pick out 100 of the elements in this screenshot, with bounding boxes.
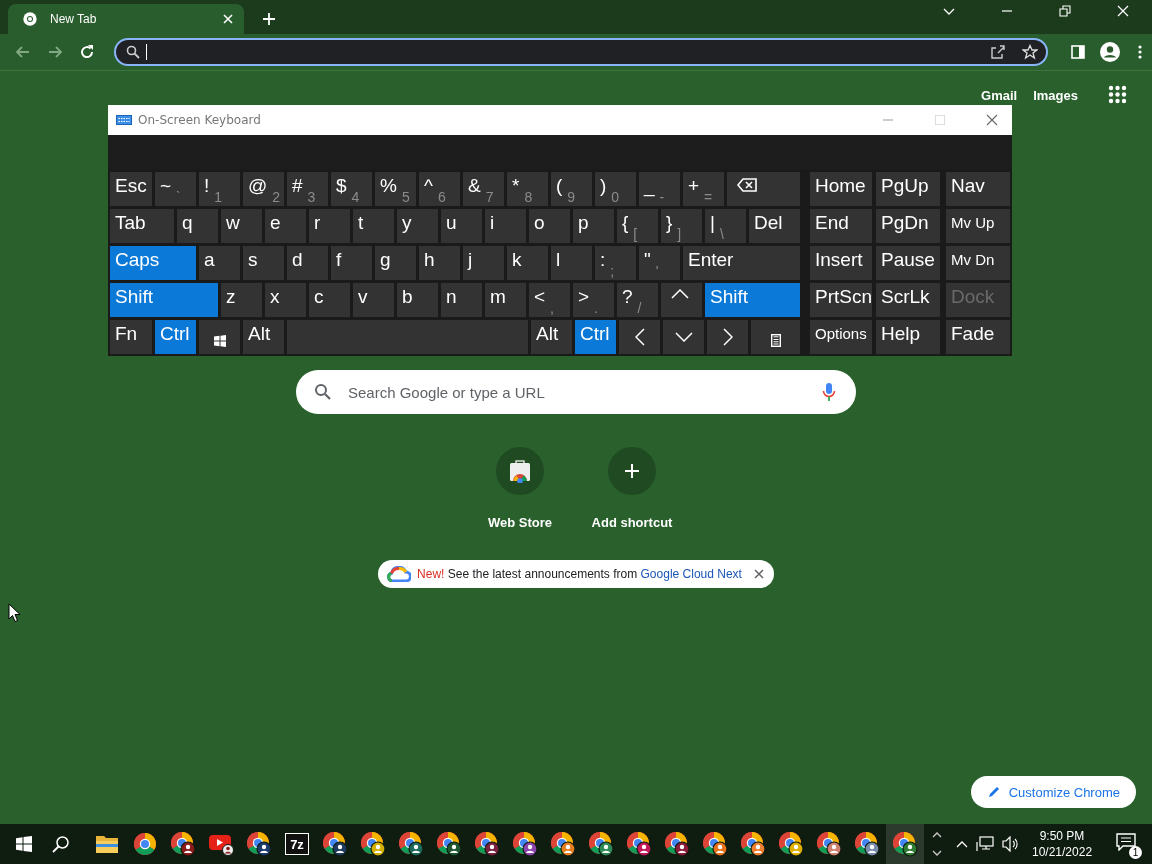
keyboard-key[interactable]: _ - bbox=[639, 172, 680, 206]
keyboard-key[interactable]: @ 2 bbox=[243, 172, 284, 206]
keyboard-key[interactable]: # 3 bbox=[287, 172, 328, 206]
keyboard-key[interactable]: + = bbox=[683, 172, 724, 206]
keyboard-key[interactable]: PrtScn bbox=[810, 283, 872, 317]
keyboard-key[interactable]: $ 4 bbox=[331, 172, 372, 206]
keyboard-key[interactable]: Fn bbox=[110, 320, 152, 354]
keyboard-key[interactable]: c bbox=[309, 283, 350, 317]
side-panel-icon[interactable] bbox=[1070, 44, 1086, 60]
close-icon[interactable] bbox=[753, 569, 764, 579]
keyboard-key[interactable]: j bbox=[463, 246, 504, 280]
keyboard-key[interactable]: { [ bbox=[617, 209, 658, 243]
keyboard-key[interactable]: p bbox=[573, 209, 614, 243]
keyboard-key[interactable]: } ] bbox=[661, 209, 702, 243]
keyboard-key[interactable]: % 5 bbox=[375, 172, 416, 206]
keyboard-key[interactable]: ScrLk bbox=[876, 283, 940, 317]
keyboard-key[interactable]: i bbox=[485, 209, 526, 243]
keyboard-key[interactable]: r bbox=[309, 209, 350, 243]
keyboard-key[interactable]: Insert bbox=[810, 246, 872, 280]
clock[interactable]: 9:50 PM 10/21/2022 bbox=[1032, 828, 1093, 860]
shortcut-tile[interactable]: Add shortcut bbox=[587, 447, 677, 530]
keyboard-key[interactable]: ( 9 bbox=[551, 172, 592, 206]
browser-tab[interactable]: New Tab bbox=[8, 4, 244, 34]
keyboard-key[interactable]: b bbox=[397, 283, 438, 317]
new-tab-icon[interactable] bbox=[262, 12, 276, 26]
volume-icon[interactable] bbox=[1002, 836, 1020, 852]
microphone-icon[interactable] bbox=[822, 382, 836, 402]
keyboard-key[interactable]: PgUp bbox=[876, 172, 940, 206]
keyboard-key[interactable]: " ' bbox=[639, 246, 680, 280]
keyboard-key[interactable]: | \ bbox=[705, 209, 746, 243]
promo-link[interactable]: Google Cloud Next bbox=[640, 567, 742, 581]
keyboard-key[interactable]: n bbox=[441, 283, 482, 317]
keyboard-key[interactable]: Ctrl bbox=[155, 320, 196, 354]
keyboard-key[interactable]: x bbox=[265, 283, 306, 317]
keyboard-key[interactable]: Ctrl bbox=[575, 320, 616, 354]
keyboard-key[interactable]: o bbox=[529, 209, 570, 243]
keyboard-key[interactable]: Mv Dn bbox=[946, 246, 1010, 280]
keyboard-key[interactable]: Mv Up bbox=[946, 209, 1010, 243]
keyboard-key[interactable]: f bbox=[331, 246, 372, 280]
network-icon[interactable] bbox=[976, 836, 994, 852]
keyboard-key[interactable]: w bbox=[221, 209, 262, 243]
search-field[interactable]: Search Google or type a URL bbox=[296, 370, 856, 414]
search-icon[interactable] bbox=[52, 835, 70, 853]
keyboard-key[interactable]: s bbox=[243, 246, 284, 280]
keyboard-key[interactable]: z bbox=[221, 283, 262, 317]
keyboard-key[interactable]: End bbox=[810, 209, 872, 243]
keyboard-key[interactable]: * 8 bbox=[507, 172, 548, 206]
keyboard-key[interactable] bbox=[751, 320, 800, 354]
taskbar-button[interactable]: 7z bbox=[278, 824, 316, 864]
share-icon[interactable] bbox=[990, 44, 1006, 60]
keyboard-key[interactable]: q bbox=[177, 209, 218, 243]
keyboard-key[interactable]: Caps bbox=[110, 246, 196, 280]
customize-button[interactable]: Customize Chrome bbox=[970, 776, 1136, 808]
windows-start-icon[interactable] bbox=[16, 836, 32, 852]
keyboard-key[interactable]: l bbox=[551, 246, 592, 280]
chevron-up-icon[interactable] bbox=[956, 840, 968, 848]
keyboard-key[interactable]: ) 0 bbox=[595, 172, 636, 206]
keyboard-key[interactable]: y bbox=[397, 209, 438, 243]
keyboard-key[interactable]: Alt bbox=[243, 320, 284, 354]
keyboard-key[interactable]: t bbox=[353, 209, 394, 243]
keyboard-key[interactable]: Del bbox=[749, 209, 800, 243]
profile-icon[interactable] bbox=[1100, 42, 1120, 62]
keyboard-key[interactable]: v bbox=[353, 283, 394, 317]
keyboard-key[interactable]: k bbox=[507, 246, 548, 280]
scroll-up-icon[interactable] bbox=[932, 831, 942, 838]
reload-icon[interactable] bbox=[78, 43, 96, 61]
keyboard-key[interactable]: Shift bbox=[110, 283, 218, 317]
keyboard-key[interactable]: Pause bbox=[876, 246, 940, 280]
keyboard-key[interactable]: Tab bbox=[110, 209, 174, 243]
taskbar-button[interactable] bbox=[886, 824, 924, 864]
header-link[interactable]: Gmail bbox=[981, 87, 1018, 103]
keyboard-key[interactable] bbox=[727, 172, 800, 206]
keyboard-key[interactable]: ! 1 bbox=[199, 172, 240, 206]
keyboard-key[interactable]: Enter bbox=[683, 246, 800, 280]
keyboard-key[interactable]: Alt bbox=[531, 320, 572, 354]
address-bar[interactable] bbox=[114, 38, 1048, 66]
keyboard-key[interactable]: < , bbox=[529, 283, 570, 317]
keyboard-key[interactable]: d bbox=[287, 246, 328, 280]
keyboard-key[interactable]: ^ 6 bbox=[419, 172, 460, 206]
keyboard-key[interactable]: Help bbox=[876, 320, 940, 354]
keyboard-key[interactable]: > . bbox=[573, 283, 614, 317]
keyboard-key[interactable]: e bbox=[265, 209, 306, 243]
keyboard-key[interactable]: ? / bbox=[617, 283, 658, 317]
scroll-down-icon[interactable] bbox=[932, 850, 942, 857]
keyboard-key[interactable]: m bbox=[485, 283, 526, 317]
keyboard-key[interactable] bbox=[661, 283, 702, 317]
keyboard-key[interactable] bbox=[199, 320, 240, 354]
apps-grid-icon[interactable] bbox=[1108, 85, 1128, 105]
keyboard-key[interactable]: Nav bbox=[946, 172, 1010, 206]
restore-icon[interactable] bbox=[1059, 5, 1071, 17]
keyboard-key[interactable]: : ; bbox=[595, 246, 636, 280]
keyboard-key[interactable]: u bbox=[441, 209, 482, 243]
keyboard-key[interactable]: Esc bbox=[110, 172, 152, 206]
keyboard-key[interactable]: & 7 bbox=[463, 172, 504, 206]
keyboard-key[interactable]: Home bbox=[810, 172, 872, 206]
keyboard-key[interactable]: Fade bbox=[946, 320, 1010, 354]
keyboard-key[interactable]: Shift bbox=[705, 283, 800, 317]
shortcut-tile[interactable]: Web Store bbox=[475, 447, 565, 530]
keyboard-key[interactable]: g bbox=[375, 246, 416, 280]
keyboard-key[interactable]: Options bbox=[810, 320, 872, 354]
